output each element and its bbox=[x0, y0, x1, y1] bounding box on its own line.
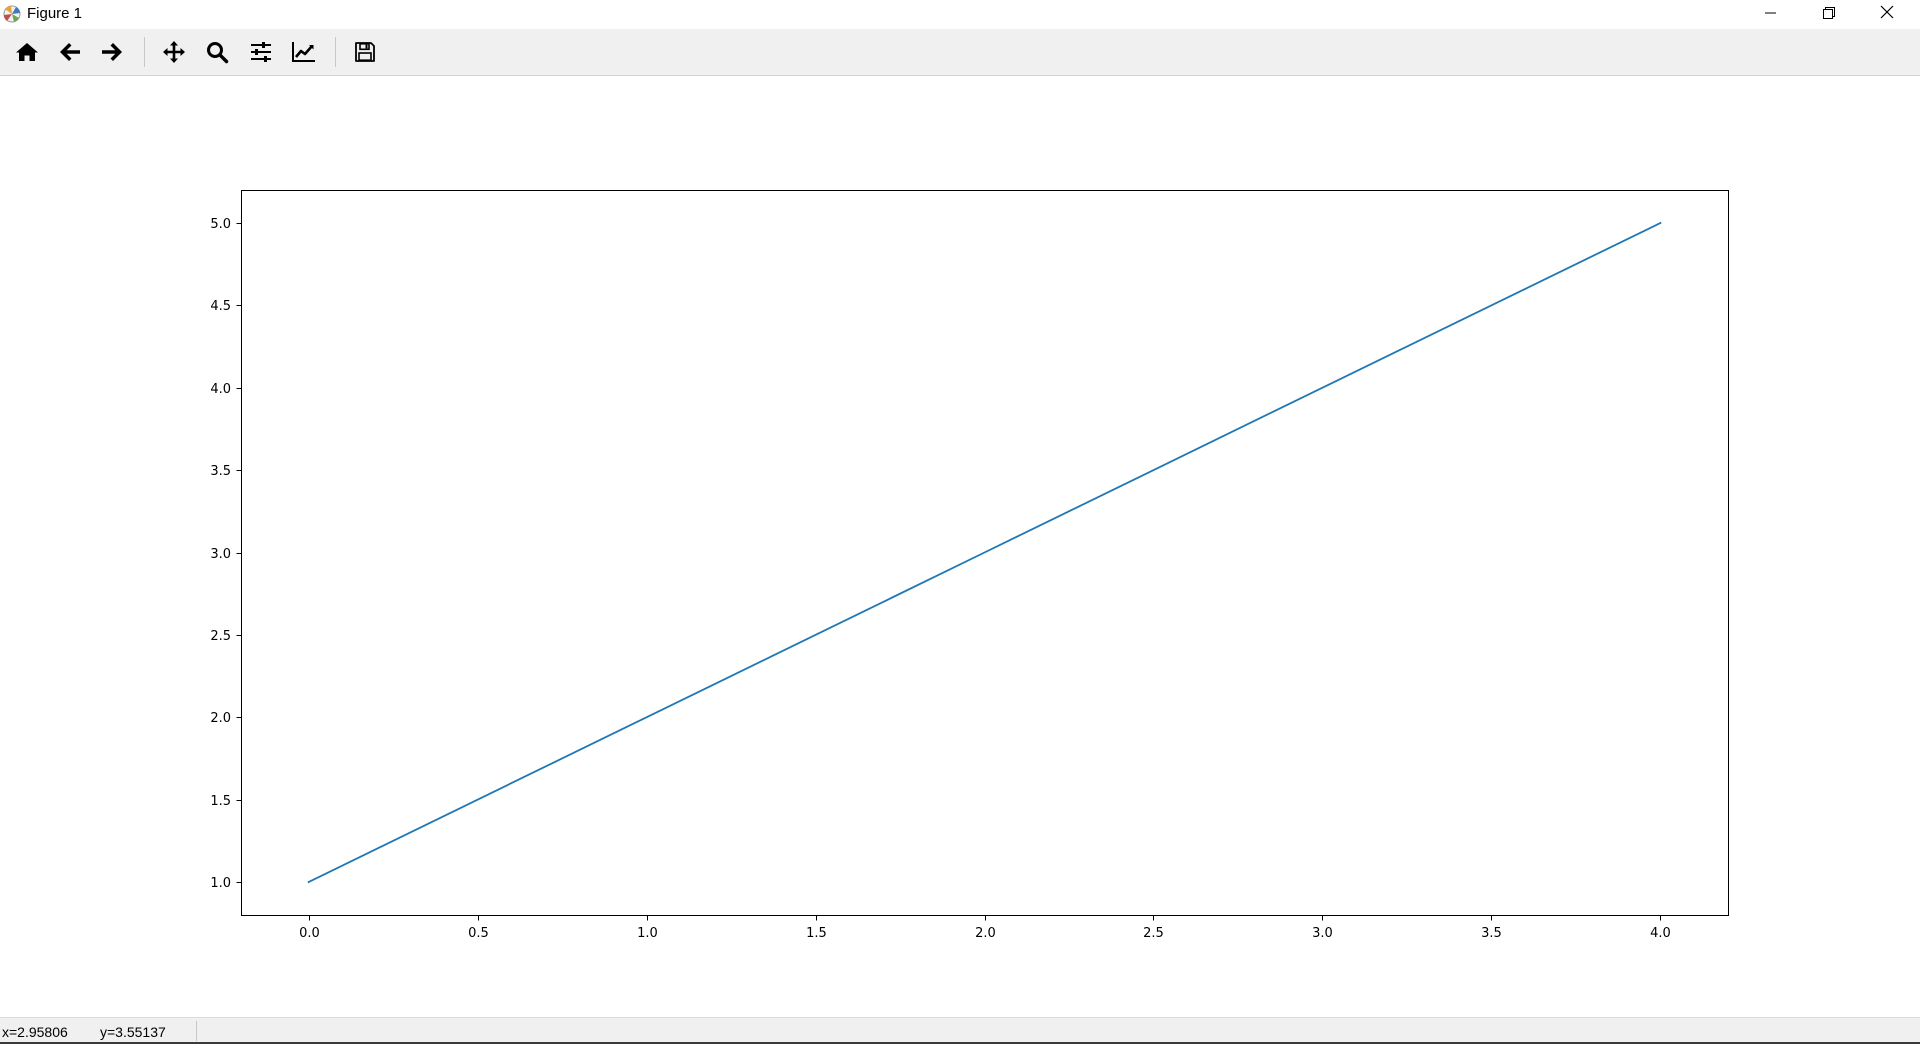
pan-button[interactable] bbox=[156, 35, 192, 69]
cursor-y-readout: y=3.55137 bbox=[100, 1024, 166, 1040]
figure-window: Figure 1 0.0 0.5 1.0 1.5 2.0 2.5 3.0 3.5… bbox=[0, 0, 1920, 1044]
x-tick-label: 3.0 bbox=[1312, 926, 1333, 941]
window-title: Figure 1 bbox=[27, 5, 83, 22]
y-tick-label: 5.0 bbox=[210, 217, 231, 232]
forward-button[interactable] bbox=[94, 35, 130, 69]
minimize-icon bbox=[1765, 6, 1777, 24]
x-tick-label: 2.5 bbox=[1143, 926, 1164, 941]
sliders-icon bbox=[249, 40, 273, 64]
x-tick-label: 2.0 bbox=[975, 926, 996, 941]
y-tick-label: 3.0 bbox=[210, 547, 231, 562]
close-icon bbox=[1880, 5, 1894, 24]
matplotlib-icon bbox=[2, 4, 22, 24]
maximize-button[interactable] bbox=[1800, 0, 1858, 29]
home-icon bbox=[15, 40, 39, 64]
toolbar-separator bbox=[335, 37, 336, 67]
y-tick-label: 4.0 bbox=[210, 382, 231, 397]
line-chart-icon bbox=[291, 40, 317, 64]
y-tick-label: 1.0 bbox=[210, 876, 231, 891]
floppy-disk-icon bbox=[354, 41, 376, 63]
restore-icon bbox=[1823, 6, 1835, 24]
title-bar: Figure 1 bbox=[0, 0, 1920, 29]
move-icon bbox=[162, 40, 186, 64]
x-tick-label: 4.0 bbox=[1650, 926, 1671, 941]
close-button[interactable] bbox=[1858, 0, 1916, 29]
subplots-button[interactable] bbox=[243, 35, 279, 69]
arrow-right-icon bbox=[100, 40, 124, 64]
arrow-left-icon bbox=[58, 40, 82, 64]
y-axis: 1.0 1.5 2.0 2.5 3.0 3.5 4.0 4.5 5.0 bbox=[210, 217, 242, 891]
plot-area[interactable]: 0.0 0.5 1.0 1.5 2.0 2.5 3.0 3.5 4.0 1.0 1.5 2.0 2.5… bbox=[0, 76, 1920, 1017]
y-tick-label: 3.5 bbox=[210, 464, 231, 479]
x-tick-label: 1.0 bbox=[637, 926, 658, 941]
y-tick-label: 1.5 bbox=[210, 794, 231, 809]
y-tick-label: 4.5 bbox=[210, 299, 231, 314]
navigation-toolbar bbox=[0, 29, 1920, 76]
x-tick-label: 1.5 bbox=[806, 926, 827, 941]
x-axis: 0.0 0.5 1.0 1.5 2.0 2.5 3.0 3.5 4.0 bbox=[299, 915, 1671, 941]
back-button[interactable] bbox=[52, 35, 88, 69]
zoom-button[interactable] bbox=[199, 35, 235, 69]
toolbar-separator bbox=[144, 37, 145, 67]
save-button[interactable] bbox=[347, 35, 383, 69]
cursor-x-readout: x=2.95806 bbox=[2, 1024, 68, 1040]
figure-canvas[interactable]: 0.0 0.5 1.0 1.5 2.0 2.5 3.0 3.5 4.0 1.0 1.5 2.0 2.5… bbox=[0, 76, 1920, 1017]
x-tick-label: 0.0 bbox=[299, 926, 320, 941]
series-lines bbox=[307, 221, 1662, 884]
magnifier-icon bbox=[205, 40, 229, 64]
x-tick-label: 0.5 bbox=[468, 926, 489, 941]
home-button[interactable] bbox=[9, 35, 45, 69]
y-tick-label: 2.5 bbox=[210, 629, 231, 644]
status-separator bbox=[196, 1021, 197, 1041]
series-line bbox=[307, 221, 1662, 884]
status-bar: x=2.95806 y=3.55137 bbox=[0, 1017, 1920, 1044]
x-tick-label: 3.5 bbox=[1481, 926, 1502, 941]
y-tick-label: 2.0 bbox=[210, 711, 231, 726]
minimize-button[interactable] bbox=[1742, 0, 1800, 29]
customize-button[interactable] bbox=[286, 35, 322, 69]
